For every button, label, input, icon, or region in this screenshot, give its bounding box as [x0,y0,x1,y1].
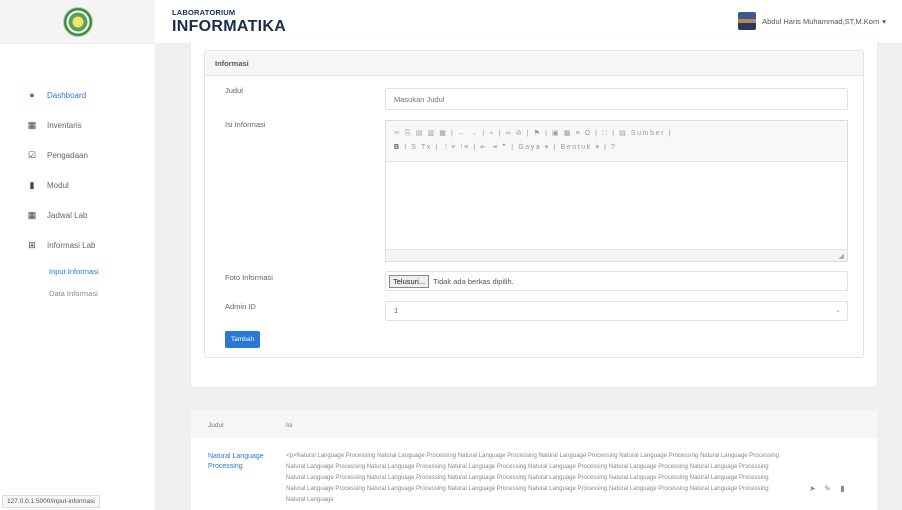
sidebar-item-label: Inventaris [47,120,82,130]
admin-id-select[interactable]: 1 ⌄ [385,301,848,321]
palette-icon: ● [29,90,35,100]
avatar [738,12,757,30]
view-icon[interactable]: ➤ [808,484,817,493]
editor-toolbar[interactable]: ✂ ⎘ ▤ ▥ ▦ | ← → | ⌁ | ∞ ⊘ | ⚑ | ▣ ▦ ≡ Ω … [386,121,847,162]
foto-informasi-label: Foto Informasi [225,273,273,282]
university-logo[interactable] [62,6,93,37]
sidebar-item-label: Jadwal Lab [47,210,88,220]
isi-informasi-label: Isi Informasi [225,120,266,129]
checkbox-icon: ☑ [27,150,37,160]
sidebar-subitem-input-informasi[interactable]: Input Informasi [0,260,155,282]
editor-format-buttons[interactable]: I S Tx | ⋮≡ ⁝≡ | ⇤ ⇥ ❞ | Gaya ▾ | Bentuk… [404,144,616,151]
sidebar-item-inventaris[interactable]: ▦ Inventaris [0,110,155,140]
panel-title: Informasi [205,51,863,76]
calendar-icon: ▦ [27,210,37,220]
column-header-judul: Judul [208,422,224,429]
sidebar-item-label: Informasi Lab [47,240,96,250]
sidebar-item-modul[interactable]: ▮ Modul [0,170,155,200]
sidebar-item-label: Dashboard [47,90,87,100]
tambah-button[interactable]: Tambah [225,331,261,348]
sidebar: ● Dashboard ▦ Inventaris ☑ Pengadaan ▮ M… [0,0,155,510]
edit-icon[interactable]: ✎ [823,484,832,493]
resize-handle-icon[interactable]: ◢ [839,252,844,260]
sidebar-item-informasi-lab[interactable]: ⊞ Informasi Lab [0,230,155,260]
rich-text-editor[interactable]: ✂ ⎘ ▤ ▥ ▦ | ← → | ⌁ | ∞ ⊘ | ⚑ | ▣ ▦ ≡ Ω … [385,120,848,262]
form-card: Informasi Judul Isi Informasi ✂ ⎘ ▤ ▥ ▦ … [191,35,877,387]
sidebar-item-dashboard[interactable]: ● Dashboard [0,80,155,110]
delete-icon[interactable]: ▮ [838,484,847,493]
table-icon: ▦ [27,120,37,130]
status-bar-url: 127.0.0.1:5000/input-informasi [2,495,100,508]
informasi-panel: Informasi Judul Isi Informasi ✂ ⎘ ▤ ▥ ▦ … [204,50,864,358]
bold-button[interactable]: B [394,144,401,151]
file-status: Tidak ada berkas dipilih. [433,276,514,286]
browse-button[interactable]: Telusuri... [389,274,430,288]
editor-toolbar-row-1[interactable]: ✂ ⎘ ▤ ▥ ▦ | ← → | ⌁ | ∞ ⊘ | ⚑ | ▣ ▦ ≡ Ω … [394,127,839,141]
informasi-table: Judul Isi Natural Language Processing <p… [191,410,877,510]
user-name: Abdul Haris Muhammad,ST,M.Kom [762,16,880,26]
cell-judul[interactable]: Natural Language Processing [208,452,268,472]
brand-title: INFORMATIKA [172,18,287,35]
judul-label: Judul [225,86,243,95]
grid-icon: ⊞ [28,240,36,250]
chevron-down-icon: ⌄ [835,307,841,314]
sidebar-nav: ● Dashboard ▦ Inventaris ☑ Pengadaan ▮ M… [0,80,155,304]
user-menu[interactable]: Abdul Haris Muhammad,ST,M.Kom ▾ [738,12,886,30]
editor-toolbar-row-2[interactable]: B I S Tx | ⋮≡ ⁝≡ | ⇤ ⇥ ❞ | Gaya ▾ | Bent… [394,141,839,155]
logo-area [0,0,155,44]
column-header-isi: Isi [286,422,293,429]
sidebar-item-label: Modul [47,180,69,190]
sidebar-subitem-data-informasi[interactable]: Data Informasi [0,282,155,304]
judul-input[interactable] [385,88,848,110]
chevron-down-icon: ▾ [882,16,886,26]
sidebar-item-jadwal-lab[interactable]: ▦ Jadwal Lab [0,200,155,230]
brand: LABORATORIUM INFORMATIKA [172,8,286,36]
cell-isi: <p>Natural Language Processing Natural L… [286,453,779,503]
foto-file-input[interactable]: Telusuri... Tidak ada berkas dipilih. [385,271,848,291]
row-actions: ➤ ✎ ▮ [808,484,847,493]
admin-id-label: Admin ID [225,302,256,311]
table-header: Judul Isi [191,410,877,438]
sidebar-item-label: Pengadaan [47,150,88,160]
admin-id-value: 1 [394,306,399,315]
book-icon: ▮ [29,180,35,190]
editor-statusbar: ◢ [386,249,847,261]
sidebar-item-pengadaan[interactable]: ☑ Pengadaan [0,140,155,170]
brand-subtitle: LABORATORIUM [172,8,236,17]
